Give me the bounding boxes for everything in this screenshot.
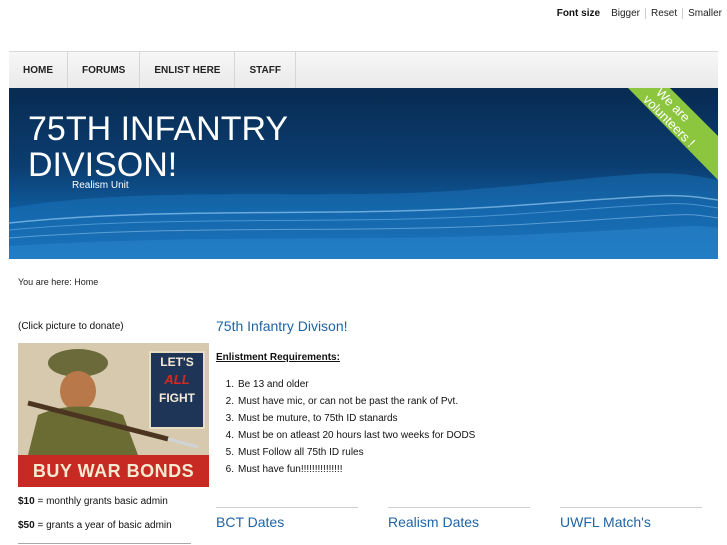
- site-subtitle: Realism Unit: [72, 180, 129, 191]
- realism-dates-heading: Realism Dates: [388, 507, 530, 530]
- font-reset-link[interactable]: Reset: [644, 7, 682, 19]
- requirements-heading: Enlistment Requirements:: [216, 352, 340, 363]
- list-item: 1. Be 13 and older: [225, 379, 309, 390]
- donation-tier-50: $50 = grants a year of basic admin: [18, 520, 172, 531]
- uwfl-matches-heading: UWFL Match's: [560, 507, 702, 530]
- donate-label: (Click picture to donate): [18, 321, 124, 332]
- header-banner: 75TH INFANTRY DIVISON! Realism Unit We a…: [9, 88, 718, 259]
- war-bonds-poster-image[interactable]: LET'S ALL FIGHT BUY WAR BONDS: [18, 343, 209, 487]
- bct-dates-heading: BCT Dates: [216, 507, 358, 530]
- nav-staff[interactable]: STAFF: [235, 52, 296, 88]
- poster-slogan: LET'S ALL FIGHT: [149, 351, 205, 429]
- poster-caption: BUY WAR BONDS: [18, 455, 209, 487]
- font-bigger-link[interactable]: Bigger: [606, 8, 645, 19]
- article-title[interactable]: 75th Infantry Divison!: [216, 318, 348, 334]
- list-item: 3. Must be muture, to 75th ID stanards: [225, 413, 398, 424]
- list-item: 6. Must have fun!!!!!!!!!!!!!!!: [225, 464, 343, 475]
- breadcrumb: You are here: Home: [18, 277, 99, 287]
- nav-home[interactable]: HOME: [9, 52, 68, 88]
- volunteers-ribbon: We are volunteers !: [628, 88, 718, 180]
- font-smaller-link[interactable]: Smaller: [682, 7, 727, 19]
- list-item: 4. Must be on atleast 20 hours last two w…: [225, 430, 476, 441]
- site-title[interactable]: 75TH INFANTRY DIVISON!: [28, 111, 288, 183]
- sidebar-divider: [18, 543, 191, 544]
- font-size-label: Font size: [556, 7, 601, 19]
- requirements-list: 1. Be 13 and older 2. Must have mic, or ca…: [216, 376, 476, 478]
- main-nav: HOME FORUMS ENLIST HERE STAFF: [9, 51, 718, 88]
- nav-forums[interactable]: FORUMS: [68, 52, 141, 88]
- list-item: 2. Must have mic, or can not be past the …: [225, 396, 459, 407]
- font-size-controls: Font size Bigger Reset Smaller: [557, 6, 727, 20]
- donation-tier-10: $10 = monthly grants basic admin: [18, 496, 168, 507]
- nav-enlist-here[interactable]: ENLIST HERE: [140, 52, 236, 88]
- list-item: 5. Must Follow all 75th ID rules: [225, 447, 364, 458]
